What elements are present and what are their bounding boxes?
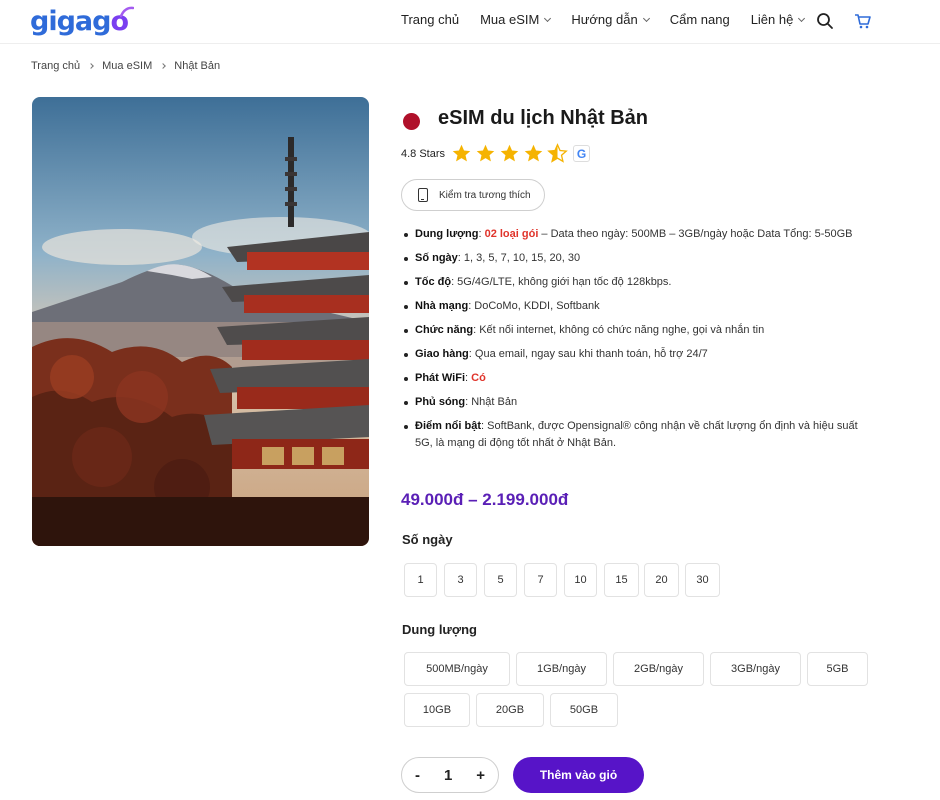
data-option[interactable]: 500MB/ngày	[404, 652, 510, 686]
days-label: Số ngày	[402, 532, 453, 547]
star-icon	[500, 144, 519, 162]
data-option[interactable]: 50GB	[550, 693, 618, 727]
list-item: Tốc độ: 5G/4G/LTE, không giới hạn tốc độ…	[401, 274, 871, 291]
gigago-logo[interactable]: gigago	[30, 6, 134, 37]
breadcrumb-current: Nhật Bản	[174, 60, 221, 72]
list-item: Nhà mạng: DoCoMo, KDDI, Softbank	[401, 298, 871, 315]
data-option[interactable]: 5GB	[807, 652, 868, 686]
day-option[interactable]: 20	[644, 563, 679, 597]
price-range: 49.000đ – 2.199.000đ	[401, 490, 569, 509]
nav-contact[interactable]: Liên hệ	[751, 12, 806, 27]
site-header: gigago Trang chủ Mua eSIM Hướng dẫn Cẩm …	[0, 0, 940, 44]
chevron-down-icon	[798, 14, 806, 22]
day-option[interactable]: 3	[444, 563, 477, 597]
half-star-icon	[547, 143, 568, 163]
rating-stars	[451, 143, 571, 164]
product-title: eSIM du lịch Nhật Bản	[438, 107, 649, 129]
star-icon	[476, 144, 495, 162]
day-option[interactable]: 1	[404, 563, 437, 597]
quantity-increase-button[interactable]: +	[476, 767, 485, 784]
phone-icon	[418, 188, 428, 202]
nav-guide[interactable]: Hướng dẫn	[571, 12, 650, 27]
chevron-down-icon	[642, 14, 650, 22]
list-item: Chức năng: Kết nối internet, không có ch…	[401, 322, 871, 339]
breadcrumb-home[interactable]: Trang chủ	[31, 60, 80, 72]
add-to-cart-button[interactable]: Thêm vào giỏ	[513, 757, 644, 793]
google-icon: G	[573, 145, 591, 162]
star-icon	[452, 144, 471, 162]
list-item: Giao hàng: Qua email, ngay sau khi thanh…	[401, 346, 871, 363]
logo-swirl-icon	[120, 6, 134, 18]
product-rating: 4.8 Stars G	[401, 143, 591, 164]
list-item: Điểm nổi bật: SoftBank, được Opensignal®…	[401, 418, 871, 452]
data-label: Dung lượng	[402, 622, 477, 637]
japan-flag-icon	[403, 113, 420, 130]
data-option[interactable]: 1GB/ngày	[516, 652, 607, 686]
list-item: Dung lượng: 02 loại gói – Data theo ngày…	[401, 226, 871, 243]
data-option[interactable]: 2GB/ngày	[613, 652, 704, 686]
feature-list: Dung lượng: 02 loại gói – Data theo ngày…	[401, 226, 871, 459]
chevron-down-icon	[544, 14, 552, 22]
list-item: Phát WiFi: Có	[401, 370, 871, 387]
day-option[interactable]: 10	[564, 563, 597, 597]
nav-home[interactable]: Trang chủ	[401, 12, 459, 27]
quantity-decrease-button[interactable]: -	[415, 767, 420, 784]
day-option[interactable]: 15	[604, 563, 639, 597]
data-option[interactable]: 20GB	[476, 693, 544, 727]
day-option[interactable]: 5	[484, 563, 517, 597]
quantity-stepper: - 1 +	[401, 757, 499, 793]
list-item: Phủ sóng: Nhật Bản	[401, 394, 871, 411]
product-image	[32, 97, 369, 546]
nav-buy-esim[interactable]: Mua eSIM	[480, 12, 552, 27]
search-icon[interactable]	[816, 12, 834, 30]
data-option[interactable]: 3GB/ngày	[710, 652, 801, 686]
list-item: Số ngày: 1, 3, 5, 7, 10, 15, 20, 30	[401, 250, 871, 267]
rating-text: 4.8 Stars	[401, 147, 446, 160]
star-icon	[524, 144, 543, 162]
check-compatibility-button[interactable]: Kiểm tra tương thích	[401, 179, 545, 211]
breadcrumb-buy-esim[interactable]: Mua eSIM	[102, 60, 152, 72]
chevron-right-icon	[160, 63, 167, 69]
chevron-right-icon	[88, 63, 94, 69]
cart-icon[interactable]	[854, 12, 872, 30]
day-option[interactable]: 7	[524, 563, 557, 597]
day-option[interactable]: 30	[685, 563, 720, 597]
breadcrumb: Trang chủ Mua eSIM Nhật Bản	[31, 60, 220, 72]
quantity-value[interactable]: 1	[444, 767, 452, 784]
main-nav: Trang chủ Mua eSIM Hướng dẫn Cẩm nang Li…	[401, 12, 825, 27]
nav-handbook[interactable]: Cẩm nang	[670, 12, 730, 27]
data-option[interactable]: 10GB	[404, 693, 470, 727]
